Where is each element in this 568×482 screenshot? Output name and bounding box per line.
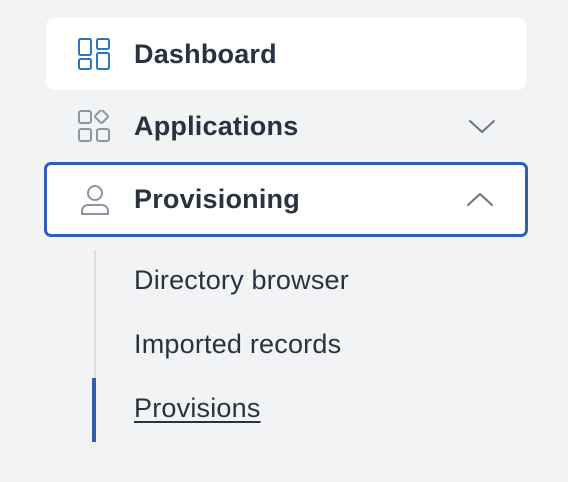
chevron-up-icon[interactable] bbox=[466, 192, 494, 208]
nav-item-applications[interactable]: Applications bbox=[46, 90, 526, 162]
chevron-down-icon[interactable] bbox=[468, 118, 496, 134]
user-icon bbox=[81, 184, 109, 215]
submenu-item-imported-records[interactable]: Imported records bbox=[134, 329, 341, 360]
nav-item-provisioning-label: Provisioning bbox=[134, 184, 300, 214]
nav-item-dashboard[interactable]: Dashboard bbox=[46, 18, 526, 90]
nav-item-provisioning[interactable]: Provisioning bbox=[44, 162, 528, 237]
sidebar-nav: Dashboard Applications Provisioning bbox=[44, 18, 528, 237]
submenu-item-directory-browser[interactable]: Directory browser bbox=[134, 265, 349, 296]
submenu-active-indicator bbox=[92, 378, 96, 442]
provisioning-submenu: Directory browser Imported records Provi… bbox=[92, 250, 522, 442]
nav-item-applications-label: Applications bbox=[134, 110, 299, 141]
dashboard-grid-icon bbox=[78, 38, 110, 70]
submenu-item-provisions[interactable]: Provisions bbox=[134, 393, 261, 424]
apps-grid-icon bbox=[78, 110, 110, 142]
nav-item-dashboard-label: Dashboard bbox=[134, 38, 277, 69]
